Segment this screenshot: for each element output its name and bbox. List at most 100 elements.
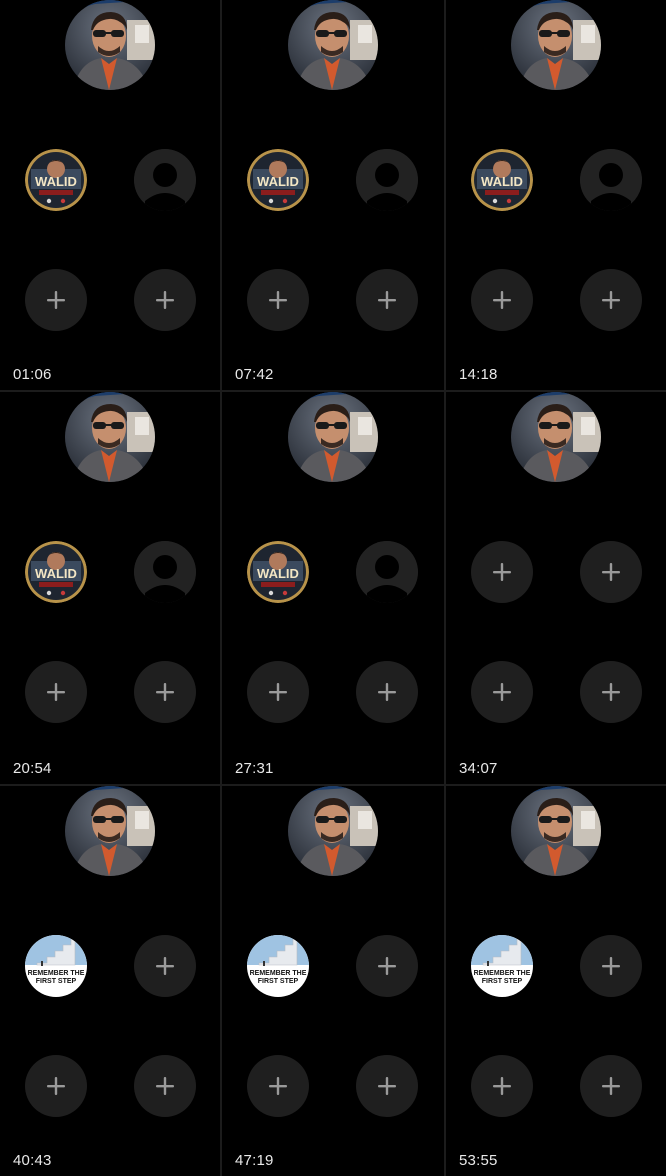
host-avatar[interactable] [65, 0, 155, 90]
plus-icon [247, 269, 309, 331]
plus-icon [25, 1055, 87, 1117]
add-guest-button[interactable] [580, 661, 642, 723]
session-timer: 34:07 [459, 760, 498, 777]
add-guest-button[interactable] [25, 1055, 87, 1117]
host-avatar[interactable] [511, 392, 601, 482]
plus-icon [580, 935, 642, 997]
guest-avatar-first-step[interactable]: REMEMBER THE FIRST STEP [25, 935, 87, 997]
session-timer: 20:54 [13, 760, 52, 777]
person-silhouette-icon [134, 149, 196, 211]
add-guest-button[interactable] [356, 269, 418, 331]
svg-text:REMEMBER THE: REMEMBER THE [474, 970, 531, 977]
plus-icon [471, 541, 533, 603]
session-cell[interactable]: REMEMBER THE FIRST STEP 40:43 [0, 786, 220, 1176]
plus-icon [25, 269, 87, 331]
session-cell[interactable]: WALID 07:42 [222, 0, 444, 390]
add-guest-button[interactable] [580, 1055, 642, 1117]
person-silhouette-icon [356, 541, 418, 603]
add-guest-button[interactable] [471, 661, 533, 723]
plus-icon [471, 1055, 533, 1117]
plus-icon [247, 661, 309, 723]
add-guest-button[interactable] [356, 1055, 418, 1117]
svg-text:FIRST STEP: FIRST STEP [258, 978, 299, 985]
guest-avatar-first-step[interactable]: REMEMBER THE FIRST STEP [247, 935, 309, 997]
empty-guest-seat[interactable] [134, 541, 196, 603]
add-guest-button[interactable] [134, 935, 196, 997]
guest-avatar-walid[interactable]: WALID [471, 149, 533, 211]
add-guest-button[interactable] [25, 269, 87, 331]
plus-icon [134, 269, 196, 331]
plus-icon [356, 661, 418, 723]
guest-avatar-walid[interactable]: WALID [247, 149, 309, 211]
session-timer: 07:42 [235, 366, 274, 383]
svg-text:FIRST STEP: FIRST STEP [482, 978, 523, 985]
host-avatar[interactable] [511, 0, 601, 90]
session-timer: 47:19 [235, 1152, 274, 1169]
session-timer: 14:18 [459, 366, 498, 383]
add-guest-button[interactable] [471, 541, 533, 603]
session-cell[interactable]: WALID 20:54 [0, 392, 220, 784]
host-avatar[interactable] [65, 392, 155, 482]
session-grid: WALID 01:06 WALID 07:42 WALID 14:18 WALI… [0, 0, 666, 1176]
walid-badge-text: WALID [35, 566, 77, 581]
add-guest-button[interactable] [134, 269, 196, 331]
host-avatar[interactable] [288, 0, 378, 90]
session-cell[interactable]: REMEMBER THE FIRST STEP 47:19 [222, 786, 444, 1176]
add-guest-button[interactable] [356, 935, 418, 997]
svg-text:FIRST STEP: FIRST STEP [36, 978, 77, 985]
plus-icon [247, 1055, 309, 1117]
host-avatar[interactable] [288, 392, 378, 482]
add-guest-button[interactable] [247, 269, 309, 331]
walid-badge-text: WALID [35, 174, 77, 189]
session-timer: 27:31 [235, 760, 274, 777]
empty-guest-seat[interactable] [356, 541, 418, 603]
plus-icon [356, 269, 418, 331]
add-guest-button[interactable] [247, 1055, 309, 1117]
empty-guest-seat[interactable] [134, 149, 196, 211]
session-timer: 01:06 [13, 366, 52, 383]
walid-badge-text: WALID [257, 174, 299, 189]
plus-icon [134, 1055, 196, 1117]
walid-badge-text: WALID [257, 566, 299, 581]
guest-avatar-first-step[interactable]: REMEMBER THE FIRST STEP [471, 935, 533, 997]
plus-icon [580, 269, 642, 331]
person-silhouette-icon [134, 541, 196, 603]
plus-icon [580, 1055, 642, 1117]
plus-icon [356, 1055, 418, 1117]
add-guest-button[interactable] [356, 661, 418, 723]
add-guest-button[interactable] [134, 1055, 196, 1117]
plus-icon [356, 935, 418, 997]
host-avatar[interactable] [511, 786, 601, 876]
empty-guest-seat[interactable] [580, 149, 642, 211]
session-cell[interactable]: REMEMBER THE FIRST STEP 53:55 [446, 786, 666, 1176]
plus-icon [134, 661, 196, 723]
empty-guest-seat[interactable] [356, 149, 418, 211]
plus-icon [580, 541, 642, 603]
guest-avatar-walid[interactable]: WALID [25, 541, 87, 603]
session-timer: 40:43 [13, 1152, 52, 1169]
live-session-grid-screen: WALID 01:06 WALID 07:42 WALID 14:18 WALI… [0, 0, 666, 1176]
add-guest-button[interactable] [580, 269, 642, 331]
add-guest-button[interactable] [471, 269, 533, 331]
add-guest-button[interactable] [580, 935, 642, 997]
walid-badge-text: WALID [481, 174, 523, 189]
session-cell[interactable]: WALID 27:31 [222, 392, 444, 784]
add-guest-button[interactable] [247, 661, 309, 723]
guest-avatar-walid[interactable]: WALID [25, 149, 87, 211]
add-guest-button[interactable] [580, 541, 642, 603]
guest-avatar-walid[interactable]: WALID [247, 541, 309, 603]
add-guest-button[interactable] [471, 1055, 533, 1117]
session-cell[interactable]: WALID 14:18 [446, 0, 666, 390]
session-cell[interactable]: 34:07 [446, 392, 666, 784]
host-avatar[interactable] [65, 786, 155, 876]
plus-icon [471, 269, 533, 331]
add-guest-button[interactable] [134, 661, 196, 723]
plus-icon [471, 661, 533, 723]
session-cell[interactable]: WALID 01:06 [0, 0, 220, 390]
svg-text:REMEMBER THE: REMEMBER THE [28, 970, 85, 977]
add-guest-button[interactable] [25, 661, 87, 723]
session-timer: 53:55 [459, 1152, 498, 1169]
plus-icon [580, 661, 642, 723]
host-avatar[interactable] [288, 786, 378, 876]
person-silhouette-icon [580, 149, 642, 211]
